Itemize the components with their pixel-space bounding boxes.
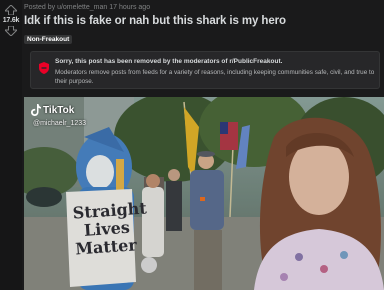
tiktok-brand: TikTok [43,104,75,116]
video-player[interactable]: Straight Lives Matter TikTok @michaelr_1… [24,97,384,290]
tiktok-logo-icon [31,104,41,116]
removal-notice: Sorry, this post has been removed by the… [30,51,380,89]
post-card[interactable]: Posted by u/omelette_man 17 hours ago Id… [24,0,384,290]
post-flair[interactable]: Non-Freakout [24,35,73,44]
removal-notice-body: Moderators remove posts from feeds for a… [55,69,375,85]
downvote-arrow-icon[interactable] [5,26,17,36]
upvote-arrow-icon[interactable] [5,5,17,15]
vote-score: 17.6k [2,17,20,24]
removal-notice-heading: Sorry, this post has been removed by the… [55,58,283,65]
post-title[interactable]: Idk if this is fake or nah but this shar… [24,15,286,27]
vote-column: 17.6k [0,0,22,290]
tiktok-handle: @michaelr_1233 [33,120,87,127]
tiktok-watermark: TikTok [31,104,74,116]
post-meta[interactable]: Posted by u/omelette_man 17 hours ago [24,4,150,11]
protest-sign-text: Straight Lives Matter [72,198,150,258]
shield-removed-icon [39,62,49,74]
